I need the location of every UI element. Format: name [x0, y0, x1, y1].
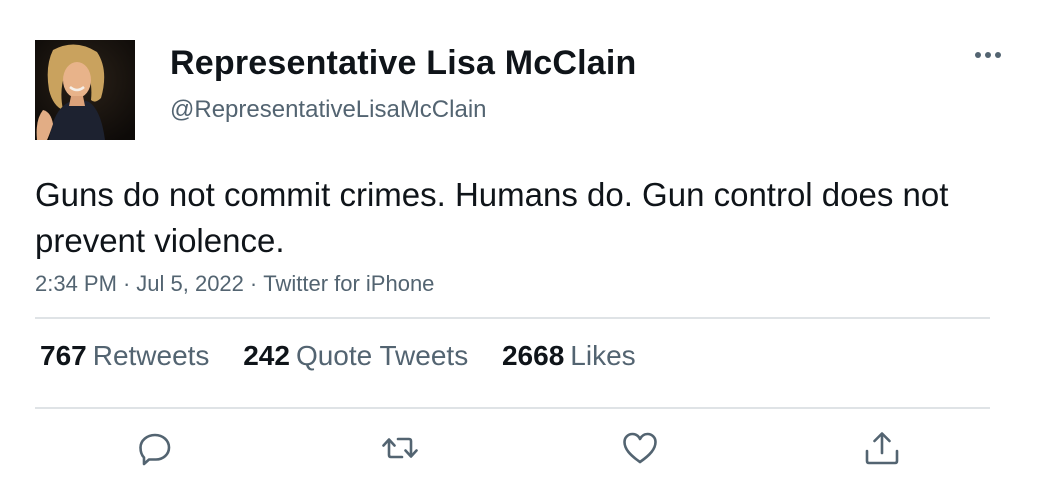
engagement-stats: 767 Retweets 242 Quote Tweets 2668 Likes: [40, 340, 662, 372]
reply-button[interactable]: [135, 428, 175, 468]
share-icon: [865, 432, 899, 465]
display-name[interactable]: Representative Lisa McClain: [170, 44, 636, 83]
meta-separator: ·: [122, 271, 131, 296]
tweet-source[interactable]: Twitter for iPhone: [263, 271, 434, 296]
meta-separator: ·: [249, 271, 258, 296]
retweet-icon: [382, 437, 418, 459]
tweet-date[interactable]: Jul 5, 2022: [136, 271, 244, 296]
more-icon: [975, 52, 1001, 58]
avatar[interactable]: [35, 40, 135, 140]
divider: [35, 317, 990, 319]
stat-likes[interactable]: 2668 Likes: [502, 340, 636, 372]
share-button[interactable]: [862, 428, 902, 468]
stat-label: Likes: [570, 340, 636, 371]
stat-count: 767: [40, 340, 87, 371]
like-icon: [623, 432, 657, 464]
divider: [35, 407, 990, 409]
user-handle[interactable]: @RepresentativeLisaMcClain: [170, 96, 487, 124]
stat-count: 2668: [501, 340, 565, 371]
profile-photo-icon: [35, 40, 135, 140]
stat-quote-tweets[interactable]: 242 Quote Tweets: [243, 340, 468, 372]
retweet-button[interactable]: [380, 428, 420, 468]
more-options-button[interactable]: [968, 40, 1008, 70]
stat-retweets[interactable]: 767 Retweets: [40, 340, 209, 372]
tweet-text: Guns do not commit crimes. Humans do. Gu…: [35, 176, 949, 259]
stat-count: 242: [243, 340, 290, 371]
reply-icon: [139, 433, 171, 466]
stat-label: Quote Tweets: [295, 340, 469, 371]
tweet-meta: 2:34 PM · Jul 5, 2022 · Twitter for iPhone: [35, 271, 434, 297]
stat-label: Retweets: [92, 340, 210, 371]
like-button[interactable]: [620, 428, 660, 468]
tweet-time[interactable]: 2:34 PM: [35, 271, 117, 296]
